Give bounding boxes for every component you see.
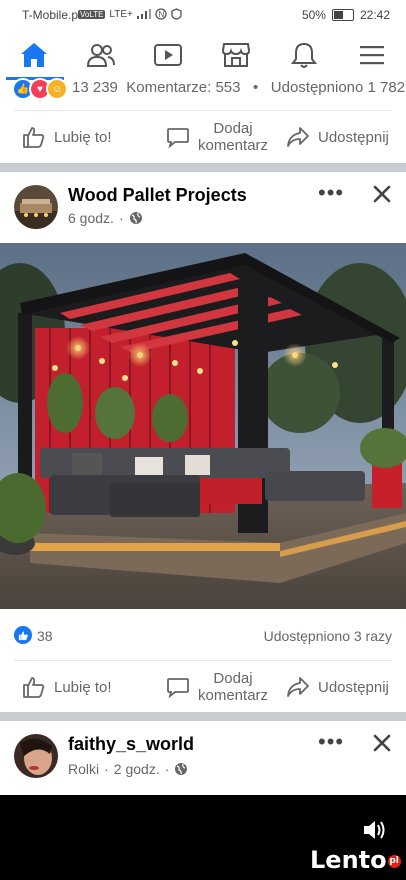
clock: 22:42 bbox=[359, 8, 390, 22]
meta-dot: · bbox=[118, 210, 124, 226]
post-image[interactable] bbox=[0, 243, 406, 609]
post-type[interactable]: Rolki bbox=[68, 761, 99, 777]
like-label: Lubię to! bbox=[54, 128, 112, 146]
likes-count[interactable]: 38 bbox=[37, 628, 53, 644]
comment-button[interactable]: Dodaj komentarz bbox=[166, 661, 268, 713]
share-icon bbox=[287, 127, 309, 147]
page-avatar[interactable] bbox=[14, 185, 58, 229]
shares-count[interactable]: Udostępniono 3 razy bbox=[264, 628, 392, 644]
share-label: Udostępnij bbox=[318, 678, 389, 696]
like-badge-icon bbox=[14, 626, 32, 644]
meta-dot: · bbox=[164, 761, 170, 777]
meta-dot: · bbox=[104, 761, 109, 777]
status-bar: T-Mobile.pl VoLTE LTE+ N 50% 22:42 bbox=[0, 0, 406, 30]
comment-label: Dodaj komentarz bbox=[198, 670, 268, 704]
care-reaction-icon: ☺ bbox=[46, 78, 68, 100]
thumbs-up-icon bbox=[23, 127, 45, 148]
more-options-button[interactable]: ••• bbox=[318, 729, 344, 755]
lento-brand: Lento bbox=[310, 846, 387, 874]
comment-label-line1: Dodaj bbox=[213, 120, 253, 137]
nav-video[interactable] bbox=[138, 30, 198, 80]
prev-separator: • bbox=[253, 79, 259, 96]
video-icon bbox=[154, 44, 182, 66]
more-icon: ••• bbox=[318, 180, 345, 205]
close-icon bbox=[373, 734, 391, 752]
comment-button[interactable]: Dodaj komentarz bbox=[166, 111, 268, 163]
comment-label-line1: Dodaj bbox=[213, 670, 253, 687]
post-meta: Rolki · 2 godz. · bbox=[68, 761, 188, 777]
post-separator bbox=[0, 712, 406, 721]
carrier-name: T-Mobile.pl bbox=[22, 8, 81, 22]
prev-stats: 13 239 Komentarze: 553 • Udostępniono 1 … bbox=[72, 79, 406, 96]
menu-icon bbox=[360, 46, 384, 65]
signal-icons: VoLTE LTE+ N bbox=[78, 8, 182, 20]
like-label: Lubię to! bbox=[54, 678, 112, 696]
globe-icon bbox=[175, 763, 188, 775]
lento-watermark: Lento pl bbox=[310, 846, 401, 874]
share-button[interactable]: Udostępnij bbox=[286, 661, 389, 713]
nfc-icon: N bbox=[155, 8, 167, 20]
post-time[interactable]: 6 godz. bbox=[68, 210, 114, 226]
post-header: faithy_s_world Rolki · 2 godz. · ••• bbox=[0, 721, 406, 781]
prev-shares[interactable]: Udostępniono 1 782 r bbox=[271, 79, 406, 96]
nav-menu[interactable] bbox=[342, 30, 402, 80]
marketplace-icon bbox=[221, 43, 251, 67]
share-label: Udostępnij bbox=[318, 128, 389, 146]
post-time[interactable]: 2 godz. bbox=[114, 761, 160, 777]
volume-icon[interactable] bbox=[362, 819, 386, 841]
thumbs-up-icon bbox=[23, 677, 45, 698]
prev-post-actions: Lubię to! Dodaj komentarz Udostępnij bbox=[0, 111, 406, 163]
post-header: Wood Pallet Projects 6 godz. · ••• bbox=[0, 172, 406, 232]
svg-text:N: N bbox=[158, 10, 164, 19]
vpn-icon bbox=[171, 8, 182, 20]
battery-icon bbox=[331, 9, 354, 21]
user-avatar[interactable] bbox=[14, 734, 58, 778]
top-navigation bbox=[0, 30, 406, 80]
post-meta: 6 godz. · bbox=[68, 210, 143, 226]
post-actions: Lubię to! Dodaj komentarz Udostępnij bbox=[0, 661, 406, 713]
nav-home[interactable] bbox=[4, 30, 64, 80]
friends-icon bbox=[86, 44, 115, 67]
notifications-icon bbox=[291, 42, 317, 68]
nav-marketplace[interactable] bbox=[206, 30, 266, 80]
hide-post-button[interactable] bbox=[372, 733, 392, 758]
lento-suffix: pl bbox=[387, 854, 401, 868]
comment-icon bbox=[167, 128, 189, 149]
reaction-icons: 👍 ♥ ☺ bbox=[12, 78, 68, 100]
like-button[interactable]: Lubię to! bbox=[22, 661, 112, 713]
comment-label: Dodaj komentarz bbox=[198, 120, 268, 154]
pergola-photo bbox=[0, 243, 406, 609]
close-icon bbox=[373, 185, 391, 203]
like-button[interactable]: Lubię to! bbox=[22, 111, 112, 163]
status-right: 50% 22:42 bbox=[302, 8, 390, 22]
comment-label-line2: komentarz bbox=[198, 137, 269, 154]
comment-label-line2: komentarz bbox=[198, 687, 269, 704]
page-name[interactable]: Wood Pallet Projects bbox=[68, 185, 247, 206]
home-icon bbox=[21, 43, 47, 67]
prev-post-summary[interactable]: 👍 ♥ ☺ 13 239 Komentarze: 553 • Udostępni… bbox=[0, 76, 406, 100]
share-button[interactable]: Udostępnij bbox=[286, 111, 389, 163]
post-stats: 38 Udostępniono 3 razy bbox=[0, 622, 406, 650]
more-icon: ••• bbox=[318, 729, 345, 754]
battery-percent: 50% bbox=[301, 8, 326, 22]
lte-label: LTE+ bbox=[109, 8, 133, 20]
share-icon bbox=[287, 677, 309, 697]
comment-icon bbox=[167, 678, 189, 699]
post-separator bbox=[0, 163, 406, 172]
signal-icon bbox=[136, 9, 151, 19]
user-name[interactable]: faithy_s_world bbox=[68, 734, 194, 755]
hide-post-button[interactable] bbox=[372, 184, 392, 209]
volte-badge: VoLTE bbox=[78, 9, 106, 19]
prev-comments[interactable]: Komentarze: 553 bbox=[126, 79, 240, 96]
prev-reactions-count: 13 239 bbox=[72, 79, 118, 96]
globe-icon bbox=[129, 212, 142, 224]
more-options-button[interactable]: ••• bbox=[318, 180, 344, 206]
nav-friends[interactable] bbox=[71, 30, 131, 80]
nav-notifications[interactable] bbox=[274, 30, 334, 80]
